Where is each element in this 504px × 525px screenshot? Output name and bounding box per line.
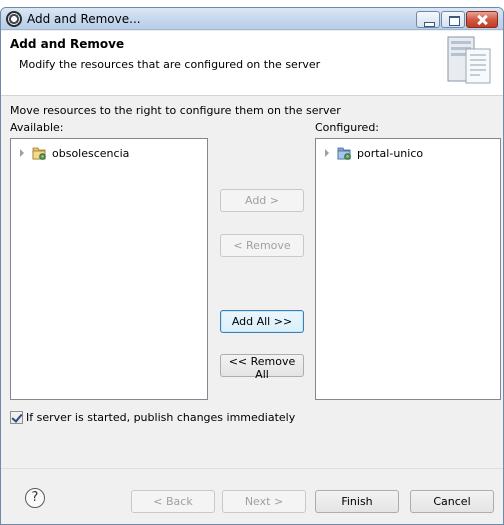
window-title: Add and Remove... [27, 12, 141, 26]
back-button[interactable]: < Back [131, 490, 215, 513]
expand-arrow-icon[interactable] [20, 149, 24, 157]
list-item[interactable]: obsolescencia [18, 145, 129, 161]
item-label: portal-unico [357, 146, 424, 160]
close-button[interactable] [466, 11, 498, 28]
remove-button[interactable]: < Remove [220, 234, 304, 257]
available-list[interactable]: obsolescencia [10, 138, 208, 400]
remove-all-button[interactable]: << Remove All [220, 354, 304, 381]
minimize-button[interactable] [416, 11, 440, 28]
project-icon [337, 147, 351, 160]
available-label: Available: [10, 121, 64, 134]
item-label: obsolescencia [52, 146, 130, 160]
expand-arrow-icon[interactable] [325, 149, 329, 157]
instruction-label: Move resources to the right to configure… [10, 104, 341, 117]
maximize-button[interactable] [441, 11, 465, 28]
configured-label: Configured: [315, 121, 380, 134]
footer-divider [1, 468, 503, 469]
configured-list[interactable]: portal-unico [315, 138, 501, 400]
list-item[interactable]: portal-unico [323, 145, 423, 161]
finish-button[interactable]: Finish [315, 490, 399, 513]
eclipse-app-icon [6, 11, 22, 27]
publish-checkbox[interactable] [10, 411, 23, 424]
add-all-button[interactable]: Add All >> [220, 310, 304, 333]
banner-title: Add and Remove [10, 37, 125, 51]
title-bar[interactable]: Add and Remove... [1, 8, 503, 30]
publish-checkbox-label[interactable]: If server is started, publish changes im… [26, 411, 295, 424]
help-icon[interactable]: ? [25, 488, 45, 508]
add-remove-dialog: Add and Remove... Add and Remove Modify … [0, 7, 504, 525]
banner-description: Modify the resources that are configured… [19, 58, 321, 71]
header-banner: Add and Remove Modify the resources that… [1, 31, 503, 96]
cancel-button[interactable]: Cancel [410, 490, 494, 513]
publish-option[interactable]: If server is started, publish changes im… [10, 411, 295, 424]
next-button[interactable]: Next > [222, 490, 306, 513]
add-button[interactable]: Add > [220, 189, 304, 212]
project-icon [32, 147, 46, 160]
server-icon [447, 36, 491, 84]
